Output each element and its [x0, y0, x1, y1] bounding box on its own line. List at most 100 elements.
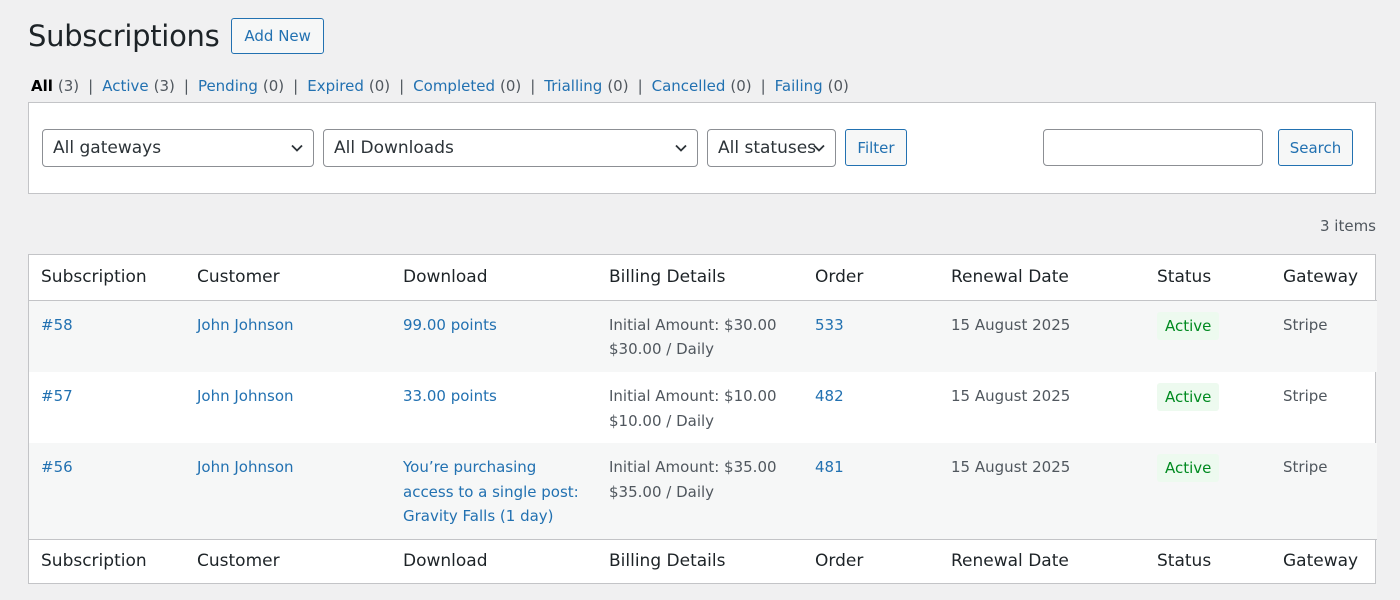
- view-completed[interactable]: Completed (0): [413, 77, 521, 95]
- renewal-date: 15 August 2025: [951, 387, 1071, 405]
- column-header-renewal-date[interactable]: Renewal Date: [939, 255, 1145, 301]
- billing-initial: Initial Amount: $10.00: [609, 387, 777, 405]
- view-separator: |: [530, 77, 536, 95]
- view-separator: |: [637, 77, 643, 95]
- view-active[interactable]: Active (3): [102, 77, 175, 95]
- table-footer-row: Subscription Customer Download Billing D…: [29, 538, 1377, 583]
- view-all[interactable]: All (3): [31, 77, 79, 95]
- view-count: (0): [730, 77, 752, 95]
- table-header-row: Subscription Customer Download Billing D…: [29, 255, 1377, 301]
- column-footer-billing-details[interactable]: Billing Details: [597, 538, 803, 583]
- view-separator: |: [760, 77, 766, 95]
- download-link[interactable]: You’re purchasing access to a single pos…: [403, 458, 579, 525]
- column-footer-gateway[interactable]: Gateway: [1271, 538, 1377, 583]
- gateway: Stripe: [1283, 387, 1328, 405]
- filter-button[interactable]: Filter: [845, 129, 907, 166]
- view-failing[interactable]: Failing (0): [775, 77, 849, 95]
- status-views: All (3) | Active (3) | Pending (0) | Expire…: [31, 77, 849, 95]
- column-header-status[interactable]: Status: [1145, 255, 1271, 301]
- download-link[interactable]: 33.00 points: [403, 387, 497, 405]
- column-footer-download[interactable]: Download: [391, 538, 597, 583]
- search-input[interactable]: [1043, 129, 1263, 166]
- status-badge: Active: [1157, 311, 1220, 340]
- renewal-date: 15 August 2025: [951, 458, 1071, 476]
- view-count: (3): [57, 77, 80, 95]
- column-header-download[interactable]: Download: [391, 255, 597, 301]
- status-badge: Active: [1157, 383, 1220, 411]
- billing-details: Initial Amount: $10.00 $10.00 / Daily: [597, 372, 803, 443]
- view-separator: |: [293, 77, 299, 95]
- view-trialling[interactable]: Trialling (0): [544, 77, 628, 95]
- subscription-link[interactable]: #56: [41, 458, 73, 476]
- chevron-down-icon: [813, 144, 825, 152]
- subscription-link[interactable]: #57: [41, 387, 73, 405]
- column-header-billing-details[interactable]: Billing Details: [597, 255, 803, 301]
- view-pending[interactable]: Pending (0): [198, 77, 284, 95]
- view-count: (0): [368, 77, 391, 95]
- view-label: All: [31, 77, 53, 95]
- items-count: 3 items: [1319, 217, 1376, 235]
- view-label: Failing: [774, 77, 823, 95]
- view-separator: |: [183, 77, 189, 95]
- view-separator: |: [88, 77, 94, 95]
- view-label: Completed: [413, 77, 495, 95]
- page-title: Subscriptions: [28, 19, 220, 53]
- table-row: #57 John Johnson 33.00 points Initial Am…: [29, 372, 1377, 443]
- billing-recurring: $10.00 / Daily: [609, 411, 715, 430]
- order-link[interactable]: 482: [815, 387, 844, 405]
- view-count: (3): [153, 77, 175, 95]
- view-expired[interactable]: Expired (0): [307, 77, 390, 95]
- status-select-value: All statuses: [718, 138, 817, 158]
- download-link[interactable]: 99.00 points: [403, 316, 497, 334]
- status-badge: Active: [1157, 454, 1220, 482]
- column-footer-customer[interactable]: Customer: [185, 538, 391, 583]
- billing-details: Initial Amount: $35.00 $35.00 / Daily: [597, 443, 803, 539]
- renewal-date: 15 August 2025: [951, 315, 1071, 334]
- table-row: #56 John Johnson You’re purchasing acces…: [29, 443, 1377, 539]
- billing-details: Initial Amount: $30.00 $30.00 / Daily: [597, 300, 803, 372]
- gateway: Stripe: [1283, 458, 1328, 476]
- customer-link[interactable]: John Johnson: [197, 387, 294, 405]
- order-link[interactable]: 533: [815, 316, 844, 334]
- subscription-link[interactable]: #58: [41, 316, 73, 334]
- column-header-gateway[interactable]: Gateway: [1271, 255, 1377, 301]
- download-select-value: All Downloads: [334, 138, 454, 158]
- column-header-subscription[interactable]: Subscription: [29, 255, 185, 301]
- view-count: (0): [827, 77, 849, 95]
- billing-recurring: $30.00 / Daily: [609, 340, 715, 358]
- gateway-select-value: All gateways: [53, 138, 162, 158]
- column-header-customer[interactable]: Customer: [185, 255, 391, 301]
- billing-initial: Initial Amount: $30.00: [609, 315, 777, 334]
- table-row: #58 John Johnson 99.00 points Initial Am…: [29, 300, 1377, 372]
- page-header: Subscriptions Add New: [28, 18, 324, 54]
- view-label: Active: [102, 77, 149, 95]
- column-footer-order[interactable]: Order: [803, 538, 939, 583]
- view-count: (0): [499, 77, 522, 95]
- view-separator: |: [399, 77, 405, 95]
- gateway: Stripe: [1283, 315, 1328, 334]
- filter-bar: All gateways All Downloads All statuses …: [28, 102, 1376, 194]
- chevron-down-icon: [291, 144, 303, 152]
- column-footer-renewal-date[interactable]: Renewal Date: [939, 538, 1145, 583]
- view-count: (0): [607, 77, 629, 95]
- billing-initial: Initial Amount: $35.00: [609, 458, 777, 476]
- subscriptions-table: Subscription Customer Download Billing D…: [28, 254, 1377, 584]
- view-label: Trialling: [544, 77, 603, 95]
- view-label: Pending: [197, 77, 258, 95]
- view-label: Cancelled: [651, 77, 726, 95]
- view-cancelled[interactable]: Cancelled (0): [652, 77, 752, 95]
- view-count: (0): [262, 77, 285, 95]
- column-header-order[interactable]: Order: [803, 255, 939, 301]
- billing-recurring: $35.00 / Daily: [609, 482, 715, 501]
- customer-link[interactable]: John Johnson: [197, 316, 294, 334]
- column-footer-status[interactable]: Status: [1145, 538, 1271, 583]
- column-footer-subscription[interactable]: Subscription: [29, 538, 185, 583]
- gateway-select[interactable]: All gateways: [42, 129, 314, 167]
- order-link[interactable]: 481: [815, 458, 844, 476]
- search-button[interactable]: Search: [1278, 129, 1353, 166]
- status-select[interactable]: All statuses: [707, 129, 836, 167]
- chevron-down-icon: [675, 144, 687, 152]
- download-select[interactable]: All Downloads: [323, 129, 698, 167]
- add-new-button[interactable]: Add New: [231, 18, 324, 54]
- customer-link[interactable]: John Johnson: [197, 458, 294, 476]
